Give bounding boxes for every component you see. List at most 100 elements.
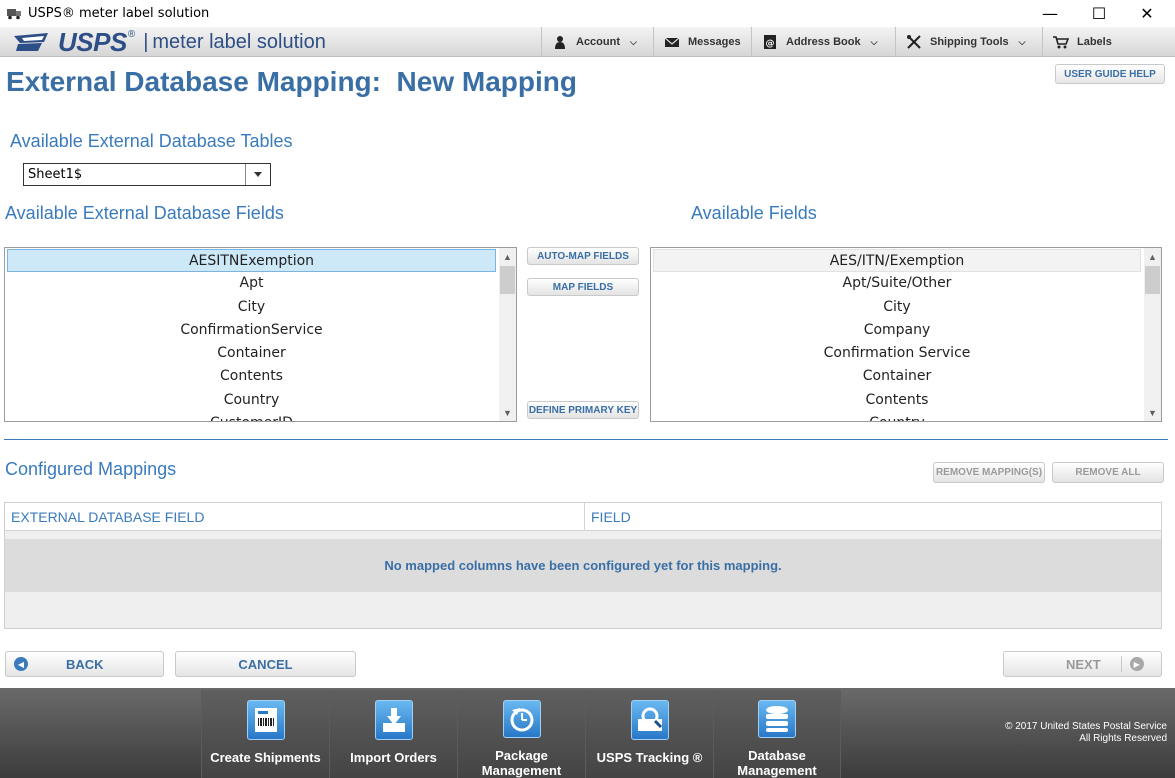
dock-create-shipments-label: Create Shipments xyxy=(210,750,321,765)
list-item[interactable]: CustomerID xyxy=(7,412,496,421)
configured-mappings-label: Configured Mappings xyxy=(5,459,177,479)
dock-usps-tracking-label: USPS Tracking ® xyxy=(596,750,703,765)
footer-dock-bar: Create Shipments Import Orders Package M… xyxy=(0,688,1175,778)
dock-import-orders[interactable]: Import Orders xyxy=(329,690,457,778)
nav-address-book[interactable]: @ Address Book ⌵ xyxy=(751,27,895,57)
back-button[interactable]: ◀ BACK xyxy=(5,651,164,677)
tools-icon xyxy=(907,35,921,49)
table-select-value: Sheet1$ xyxy=(28,167,83,182)
table-select[interactable]: Sheet1$ xyxy=(23,163,271,186)
dock-database-management-label: Database Management xyxy=(737,748,817,778)
external-fields-label: Available External Database Fields xyxy=(5,203,284,223)
dock-package-management[interactable]: Package Management xyxy=(457,690,585,778)
nav-messages[interactable]: Messages xyxy=(653,27,751,57)
close-button[interactable]: ✕ xyxy=(1124,0,1170,26)
list-item[interactable]: Container xyxy=(7,342,496,365)
list-item[interactable]: AESITNExemption xyxy=(7,249,496,273)
chevron-down-icon: ⌵ xyxy=(870,36,878,47)
nav-labels-label: Labels xyxy=(1077,36,1112,48)
usps-logo[interactable]: USPS ® | meter label solution xyxy=(14,26,326,57)
maximize-button[interactable]: ☐ xyxy=(1076,0,1122,26)
create-shipments-icon xyxy=(246,700,285,740)
remove-mappings-button[interactable]: REMOVE MAPPING(S) xyxy=(933,462,1045,483)
list-item[interactable]: ConfirmationService xyxy=(7,319,496,342)
top-navigation: Account ⌵ Messages @ Address Book ⌵ Ship… xyxy=(541,27,1175,57)
nav-shipping-tools[interactable]: Shipping Tools ⌵ xyxy=(895,27,1042,57)
list-item[interactable]: Country xyxy=(653,412,1141,421)
external-fields-scrollbar[interactable]: ▲ ▼ xyxy=(499,248,516,421)
cart-icon xyxy=(1053,36,1069,49)
list-item[interactable]: City xyxy=(7,296,496,319)
remove-all-button[interactable]: REMOVE ALL xyxy=(1052,462,1164,483)
dock-create-shipments[interactable]: Create Shipments xyxy=(201,690,329,778)
user-icon xyxy=(555,36,565,49)
list-item[interactable]: Contents xyxy=(7,365,496,388)
package-management-icon xyxy=(502,700,541,738)
minimize-button[interactable]: — xyxy=(1027,0,1073,26)
tables-label: Available External Database Tables xyxy=(10,131,293,151)
usps-wordmark: USPS xyxy=(58,26,127,57)
user-guide-help-button[interactable]: USER GUIDE HELP xyxy=(1055,64,1165,84)
dropdown-arrow-icon[interactable] xyxy=(245,164,270,185)
chevron-down-icon: ⌵ xyxy=(1018,36,1026,47)
back-button-label: BACK xyxy=(66,656,104,672)
scroll-thumb[interactable] xyxy=(500,266,515,294)
copyright: © 2017 United States Postal Service All … xyxy=(1005,721,1167,745)
mappings-table: EXTERNAL DATABASE FIELD FIELD No mapped … xyxy=(4,502,1162,629)
envelope-icon xyxy=(664,37,680,47)
app-header: USPS ® | meter label solution Account ⌵ M… xyxy=(0,27,1175,57)
cancel-button-label: CANCEL xyxy=(238,656,293,672)
column-header-external-field[interactable]: EXTERNAL DATABASE FIELD xyxy=(5,503,585,531)
window-titlebar: USPS® meter label solution xyxy=(0,0,1175,26)
window-title: USPS® meter label solution xyxy=(28,5,210,21)
map-fields-button[interactable]: MAP FIELDS xyxy=(527,278,639,296)
empty-table-message: No mapped columns have been configured y… xyxy=(5,539,1161,592)
dock-database-management[interactable]: Database Management xyxy=(713,690,841,778)
list-item[interactable]: Confirmation Service xyxy=(653,342,1141,365)
list-item[interactable]: AES/ITN/Exemption xyxy=(653,249,1141,273)
scroll-down-icon[interactable]: ▼ xyxy=(1144,404,1161,421)
scroll-up-icon[interactable]: ▲ xyxy=(499,248,516,265)
define-primary-key-button[interactable]: DEFINE PRIMARY KEY xyxy=(527,401,639,419)
dock-usps-tracking[interactable]: USPS Tracking ® xyxy=(585,690,713,778)
next-arrow-icon: ▶ xyxy=(1129,657,1144,671)
list-item[interactable]: Contents xyxy=(653,389,1141,412)
scroll-thumb[interactable] xyxy=(1145,266,1160,294)
section-divider xyxy=(4,439,1168,440)
scroll-up-icon[interactable]: ▲ xyxy=(1144,248,1161,265)
copyright-line-1: © 2017 United States Postal Service xyxy=(1005,721,1167,732)
back-arrow-icon: ◀ xyxy=(14,657,28,671)
nav-shipping-tools-label: Shipping Tools xyxy=(930,36,1009,48)
import-orders-icon xyxy=(374,700,413,740)
eagle-logo-icon xyxy=(14,33,48,51)
cancel-button[interactable]: CANCEL xyxy=(175,651,356,677)
database-management-icon xyxy=(758,700,796,738)
available-fields-scrollbar[interactable]: ▲ ▼ xyxy=(1144,248,1161,421)
scroll-down-icon[interactable]: ▼ xyxy=(499,404,516,421)
available-fields-list[interactable]: AES/ITN/Exemption Apt/Suite/Other City C… xyxy=(650,247,1162,422)
next-button-divider xyxy=(1120,656,1122,672)
nav-messages-label: Messages xyxy=(688,36,741,48)
chevron-down-icon: ⌵ xyxy=(630,36,637,47)
auto-map-fields-button[interactable]: AUTO-MAP FIELDS xyxy=(527,247,639,265)
copyright-line-2: All Rights Reserved xyxy=(1079,733,1167,744)
list-item[interactable]: Country xyxy=(7,389,496,412)
app-truck-icon xyxy=(7,9,21,20)
list-item[interactable]: Apt xyxy=(7,272,496,295)
list-item[interactable]: City xyxy=(653,296,1141,319)
external-fields-list[interactable]: AESITNExemption Apt City ConfirmationSer… xyxy=(4,247,517,422)
brand-divider: | xyxy=(143,30,149,53)
page-title: External Database Mapping: New Mapping xyxy=(6,66,577,97)
nav-account-label: Account xyxy=(576,36,620,48)
dock-package-management-label: Package Management xyxy=(481,748,562,778)
dock-import-orders-label: Import Orders xyxy=(350,750,437,765)
nav-labels[interactable]: Labels xyxy=(1042,27,1175,57)
column-header-field[interactable]: FIELD xyxy=(585,503,1161,531)
next-button-label: NEXT xyxy=(1066,656,1101,672)
next-button[interactable]: NEXT ▶ xyxy=(1003,651,1162,677)
list-item[interactable]: Container xyxy=(653,365,1141,388)
nav-account[interactable]: Account ⌵ xyxy=(541,27,653,57)
table-header: EXTERNAL DATABASE FIELD FIELD xyxy=(5,503,1161,531)
list-item[interactable]: Company xyxy=(653,319,1141,342)
list-item[interactable]: Apt/Suite/Other xyxy=(653,272,1141,295)
